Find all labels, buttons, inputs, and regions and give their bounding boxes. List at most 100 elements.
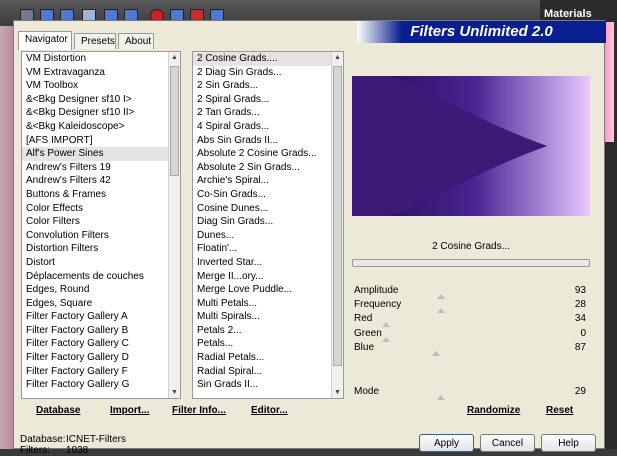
param-row[interactable]: Frequency 28	[352, 299, 590, 314]
list-item[interactable]: &<Bkg Designer sf10 II>	[22, 106, 180, 120]
list-item[interactable]: Merge Love Puddle...	[193, 283, 343, 297]
list-item[interactable]: Petals 2...	[193, 324, 343, 338]
list-item[interactable]: &<Bkg Kaleidoscope>	[22, 120, 180, 134]
param-label: Red	[354, 313, 373, 325]
materials-title: Materials	[544, 8, 592, 20]
category-scrollbar[interactable]: ▲ ▼	[168, 52, 180, 398]
param-label: Amplitude	[354, 285, 399, 296]
list-item[interactable]: Radial Spiral...	[193, 365, 343, 379]
help-button[interactable]: Help	[541, 434, 596, 452]
list-item[interactable]: Filter Factory Gallery F	[22, 365, 180, 379]
tab-presets[interactable]: Presets	[74, 33, 116, 49]
list-item[interactable]: Filter Factory Gallery C	[22, 337, 180, 351]
list-item[interactable]: Buttons & Frames	[22, 188, 180, 202]
list-item[interactable]: Abs Sin Grads II...	[193, 134, 343, 148]
list-item[interactable]: Co-Sin Grads...	[193, 188, 343, 202]
param-value: 29	[574, 386, 586, 397]
scroll-up-icon[interactable]: ▲	[171, 54, 178, 61]
preview-seek-bar[interactable]	[352, 259, 590, 267]
list-item[interactable]: Floatin'...	[193, 242, 343, 256]
param-value: 34	[574, 313, 586, 325]
scroll-up-icon[interactable]: ▲	[334, 54, 341, 61]
list-item[interactable]: Color Filters	[22, 215, 180, 229]
list-item[interactable]: Convolution Filters	[22, 229, 180, 243]
filters-value: 1038	[66, 445, 89, 456]
list-item[interactable]: Déplacements de couches	[22, 270, 180, 284]
list-item[interactable]: Multi Petals...	[193, 297, 343, 311]
cancel-button[interactable]: Cancel	[480, 434, 535, 452]
list-item[interactable]: 2 Diag Sin Grads...	[193, 66, 343, 80]
list-item[interactable]: Filter Factory Gallery D	[22, 351, 180, 365]
list-item[interactable]: Sin Grads II...	[193, 378, 343, 392]
database-label: Database:	[20, 434, 66, 445]
param-row[interactable]: Red 34	[352, 313, 590, 328]
param-row[interactable]: Mode 29	[352, 386, 590, 400]
filter-preview	[352, 76, 590, 216]
list-item[interactable]: Andrew's Filters 19	[22, 161, 180, 175]
list-item[interactable]: Filter Factory Gallery B	[22, 324, 180, 338]
list-item[interactable]: Distortion Filters	[22, 242, 180, 256]
list-item[interactable]: Filter Factory Gallery G	[22, 378, 180, 392]
apply-button[interactable]: Apply	[419, 434, 474, 452]
list-item[interactable]: &<Bkg Designer sf10 I>	[22, 93, 180, 107]
param-label: Mode	[354, 386, 380, 397]
list-item[interactable]: Absolute 2 Cosine Grads...	[193, 147, 343, 161]
database-value: ICNET-Filters	[66, 434, 126, 445]
param-value: 93	[574, 285, 586, 296]
filter-name: 2 Cosine Grads...	[432, 241, 510, 252]
tab-about[interactable]: About	[118, 33, 154, 49]
param-value: 87	[574, 341, 586, 353]
list-item[interactable]: Andrew's Filters 42	[22, 174, 180, 188]
list-item[interactable]: Archie's Spiral...	[193, 174, 343, 188]
filter-items: 2 Cosine Grads.... 2 Diag Sin Grads... 2 S…	[193, 52, 343, 392]
param-value: 0	[580, 327, 586, 339]
scroll-thumb[interactable]	[170, 66, 179, 176]
list-item[interactable]: Inverted Star...	[193, 256, 343, 270]
randomize-button[interactable]: Randomize	[467, 405, 520, 416]
list-item[interactable]: Multi Spirals...	[193, 310, 343, 324]
slider-thumb-icon[interactable]	[437, 395, 445, 400]
scroll-down-icon[interactable]: ▼	[334, 389, 341, 396]
scroll-down-icon[interactable]: ▼	[171, 389, 178, 396]
filter-list[interactable]: 2 Cosine Grads.... 2 Diag Sin Grads... 2 S…	[192, 51, 344, 399]
list-item[interactable]: 2 Tan Grads...	[193, 106, 343, 120]
list-item[interactable]: Radial Petals...	[193, 351, 343, 365]
database-button[interactable]: Database	[36, 405, 80, 416]
list-item[interactable]: Alf's Power Sines	[22, 147, 180, 161]
list-item[interactable]: VM Extravaganza	[22, 66, 180, 80]
scroll-thumb[interactable]	[333, 66, 342, 366]
list-item[interactable]: Color Effects	[22, 202, 180, 216]
param-label: Blue	[354, 341, 375, 353]
list-item[interactable]: VM Distortion	[22, 52, 180, 66]
list-item[interactable]: 2 Sin Grads...	[193, 79, 343, 93]
list-item[interactable]: 2 Cosine Grads....	[193, 52, 343, 66]
param-row[interactable]: Blue 87	[352, 341, 590, 356]
reset-button[interactable]: Reset	[546, 405, 573, 416]
list-item[interactable]: Edges, Round	[22, 283, 180, 297]
category-items: VM Distortion VM Extravaganza VM Toolbox &<…	[22, 52, 180, 392]
list-item[interactable]: VM Toolbox	[22, 79, 180, 93]
param-label: Green	[354, 327, 382, 339]
filter-scrollbar[interactable]: ▲ ▼	[331, 52, 343, 398]
banner-title: Filters Unlimited 2.0	[357, 21, 606, 43]
slider-thumb-icon[interactable]	[432, 350, 440, 356]
param-row[interactable]: Green 0	[352, 327, 590, 342]
list-item[interactable]: Distort	[22, 256, 180, 270]
import-button[interactable]: Import...	[110, 405, 149, 416]
list-item[interactable]: Edges, Square	[22, 297, 180, 311]
editor-button[interactable]: Editor...	[251, 405, 288, 416]
list-item[interactable]: Filter Factory Gallery A	[22, 310, 180, 324]
category-list[interactable]: VM Distortion VM Extravaganza VM Toolbox &<…	[21, 51, 181, 399]
list-item[interactable]: Cosine Dunes...	[193, 202, 343, 216]
list-item[interactable]: Absolute 2 Sin Grads...	[193, 161, 343, 175]
filter-info-button[interactable]: Filter Info...	[172, 405, 226, 416]
list-item[interactable]: [AFS IMPORT]	[22, 134, 180, 148]
list-item[interactable]: 2 Spiral Grads...	[193, 93, 343, 107]
list-item[interactable]: Petals...	[193, 337, 343, 351]
tab-navigator[interactable]: Navigator	[18, 31, 72, 50]
list-item[interactable]: Dunes...	[193, 229, 343, 243]
list-item[interactable]: Merge II...ory...	[193, 270, 343, 284]
list-item[interactable]: Diag Sin Grads...	[193, 215, 343, 229]
list-item[interactable]: 4 Spiral Grads...	[193, 120, 343, 134]
param-row[interactable]: Amplitude 93	[352, 285, 590, 299]
